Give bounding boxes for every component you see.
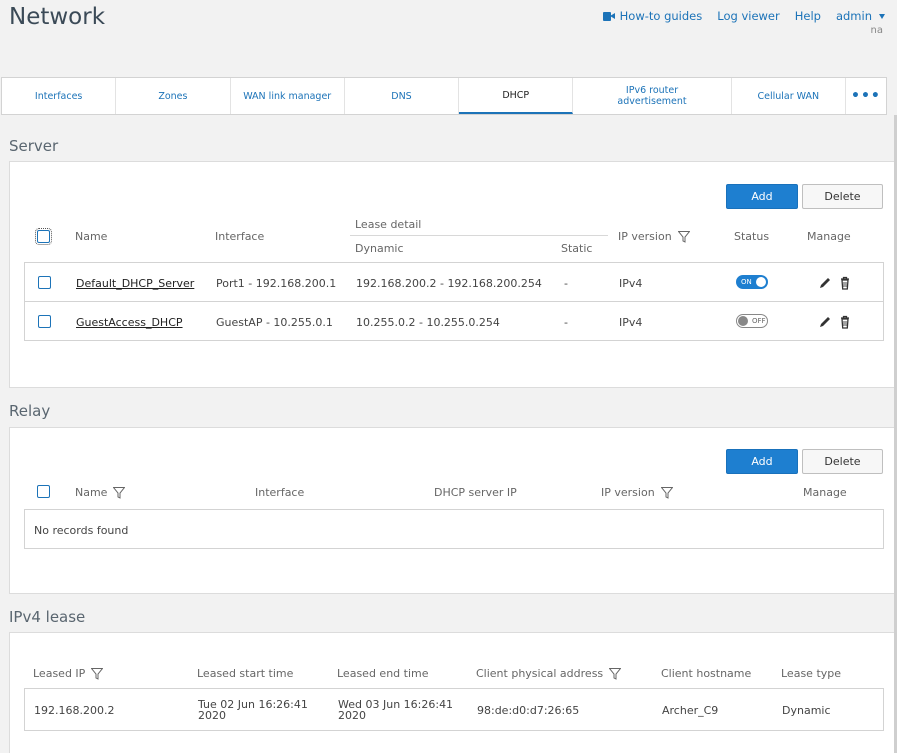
tab-dhcp[interactable]: DHCP (459, 78, 574, 114)
lease-hostname: Archer_C9 (662, 704, 719, 717)
server-interface: GuestAP - 10.255.0.1 (216, 316, 333, 329)
page-title: Network (9, 4, 106, 30)
table-row: Default_DHCP_Server Port1 - 192.168.200.… (24, 262, 884, 302)
lease-col-hostname: Client hostname (661, 667, 752, 680)
relay-col-manage: Manage (803, 486, 847, 499)
lease-col-physical-address: Client physical address (476, 667, 622, 680)
lease-ip: 192.168.200.2 (34, 704, 115, 717)
help-link[interactable]: Help (795, 9, 821, 23)
relay-delete-button[interactable]: Delete (802, 449, 883, 474)
relay-add-button[interactable]: Add (726, 449, 798, 474)
filter-icon[interactable] (660, 487, 673, 499)
lease-section-title: IPv4 lease (9, 608, 86, 626)
tab-bar: Interfaces Zones WAN link manager DNS DH… (1, 77, 887, 115)
log-viewer-link[interactable]: Log viewer (717, 9, 779, 23)
server-ip-version: IPv4 (619, 277, 643, 290)
tab-interfaces[interactable]: Interfaces (2, 78, 117, 114)
relay-col-interface: Interface (255, 486, 305, 499)
server-col-interface: Interface (215, 230, 265, 243)
tab-dns[interactable]: DNS (345, 78, 460, 114)
lease-col-start-time: Leased start time (197, 667, 294, 680)
server-panel: Add Delete Name Interface Lease detail D… (9, 161, 895, 388)
server-select-all-checkbox[interactable] (35, 228, 52, 245)
video-camera-icon (602, 11, 615, 21)
filter-icon[interactable] (609, 668, 622, 680)
tab-zones[interactable]: Zones (116, 78, 231, 114)
relay-col-dhcp-server-ip: DHCP server IP (434, 486, 517, 499)
table-row: GuestAccess_DHCP GuestAP - 10.255.0.1 10… (24, 301, 884, 341)
relay-panel: Add Delete Name Interface DHCP server IP… (9, 427, 895, 594)
trash-icon[interactable] (838, 276, 852, 290)
tab-ipv6-router-advertisement[interactable]: IPv6 router advertisement (573, 78, 732, 114)
edit-pencil-icon[interactable] (818, 276, 832, 290)
lease-col-type: Lease type (781, 667, 842, 680)
table-row: 192.168.200.2 Tue 02 Jun 16:26:41 2020 W… (24, 688, 884, 731)
lease-end-time: Wed 03 Jun 16:26:41 2020 (338, 698, 454, 722)
row-checkbox[interactable] (38, 315, 51, 328)
status-toggle[interactable]: ON (736, 275, 768, 289)
empty-row: No records found (24, 509, 884, 549)
server-col-name: Name (75, 230, 108, 243)
server-col-static: Static (561, 242, 593, 255)
lease-panel: Leased IP Leased start time Leased end t… (9, 632, 895, 753)
server-name-link[interactable]: GuestAccess_DHCP (76, 316, 183, 329)
no-records-text: No records found (34, 524, 129, 537)
relay-col-name: Name (75, 486, 126, 499)
server-dynamic-range: 192.168.200.2 - 192.168.200.254 (356, 277, 542, 290)
row-checkbox[interactable] (38, 276, 51, 289)
more-tabs-button[interactable]: ••• (846, 78, 886, 114)
server-col-status: Status (734, 230, 770, 243)
chevron-down-icon (879, 13, 885, 19)
top-nav: How-to guides Log viewer Help admin (602, 9, 885, 23)
howto-guides-link[interactable]: How-to guides (602, 9, 702, 23)
lease-col-end-time: Leased end time (337, 667, 429, 680)
status-toggle[interactable]: OFF (736, 314, 768, 328)
relay-section-title: Relay (9, 402, 51, 420)
server-col-dynamic: Dynamic (355, 242, 404, 255)
trash-icon[interactable] (838, 315, 852, 329)
user-subtitle: na (870, 25, 883, 36)
relay-select-all-checkbox[interactable] (37, 485, 50, 498)
relay-col-ip-version: IP version (601, 486, 673, 499)
edit-pencil-icon[interactable] (818, 315, 832, 329)
server-name-link[interactable]: Default_DHCP_Server (76, 277, 194, 290)
tab-cellular-wan[interactable]: Cellular WAN (732, 78, 846, 114)
lease-col-leased-ip: Leased IP (33, 667, 104, 680)
server-ip-version: IPv4 (619, 316, 643, 329)
server-delete-button[interactable]: Delete (802, 184, 883, 209)
admin-menu[interactable]: admin (836, 9, 885, 23)
server-static: - (564, 277, 568, 290)
server-col-lease-detail: Lease detail (355, 218, 422, 231)
server-add-button[interactable]: Add (726, 184, 798, 209)
server-section-title: Server (9, 137, 59, 155)
lease-start-time: Tue 02 Jun 16:26:41 2020 (198, 698, 308, 722)
filter-icon[interactable] (677, 231, 690, 243)
tab-wan-link-manager[interactable]: WAN link manager (231, 78, 345, 114)
server-interface: Port1 - 192.168.200.1 (216, 277, 337, 290)
server-col-ip-version: IP version (618, 230, 690, 243)
server-col-manage: Manage (807, 230, 851, 243)
filter-icon[interactable] (91, 668, 104, 680)
filter-icon[interactable] (113, 487, 126, 499)
lease-mac: 98:de:d0:d7:26:65 (477, 704, 580, 717)
server-static: - (564, 316, 568, 329)
lease-type: Dynamic (782, 704, 831, 717)
server-dynamic-range: 10.255.0.2 - 10.255.0.254 (356, 316, 500, 329)
lease-detail-divider (350, 235, 608, 236)
